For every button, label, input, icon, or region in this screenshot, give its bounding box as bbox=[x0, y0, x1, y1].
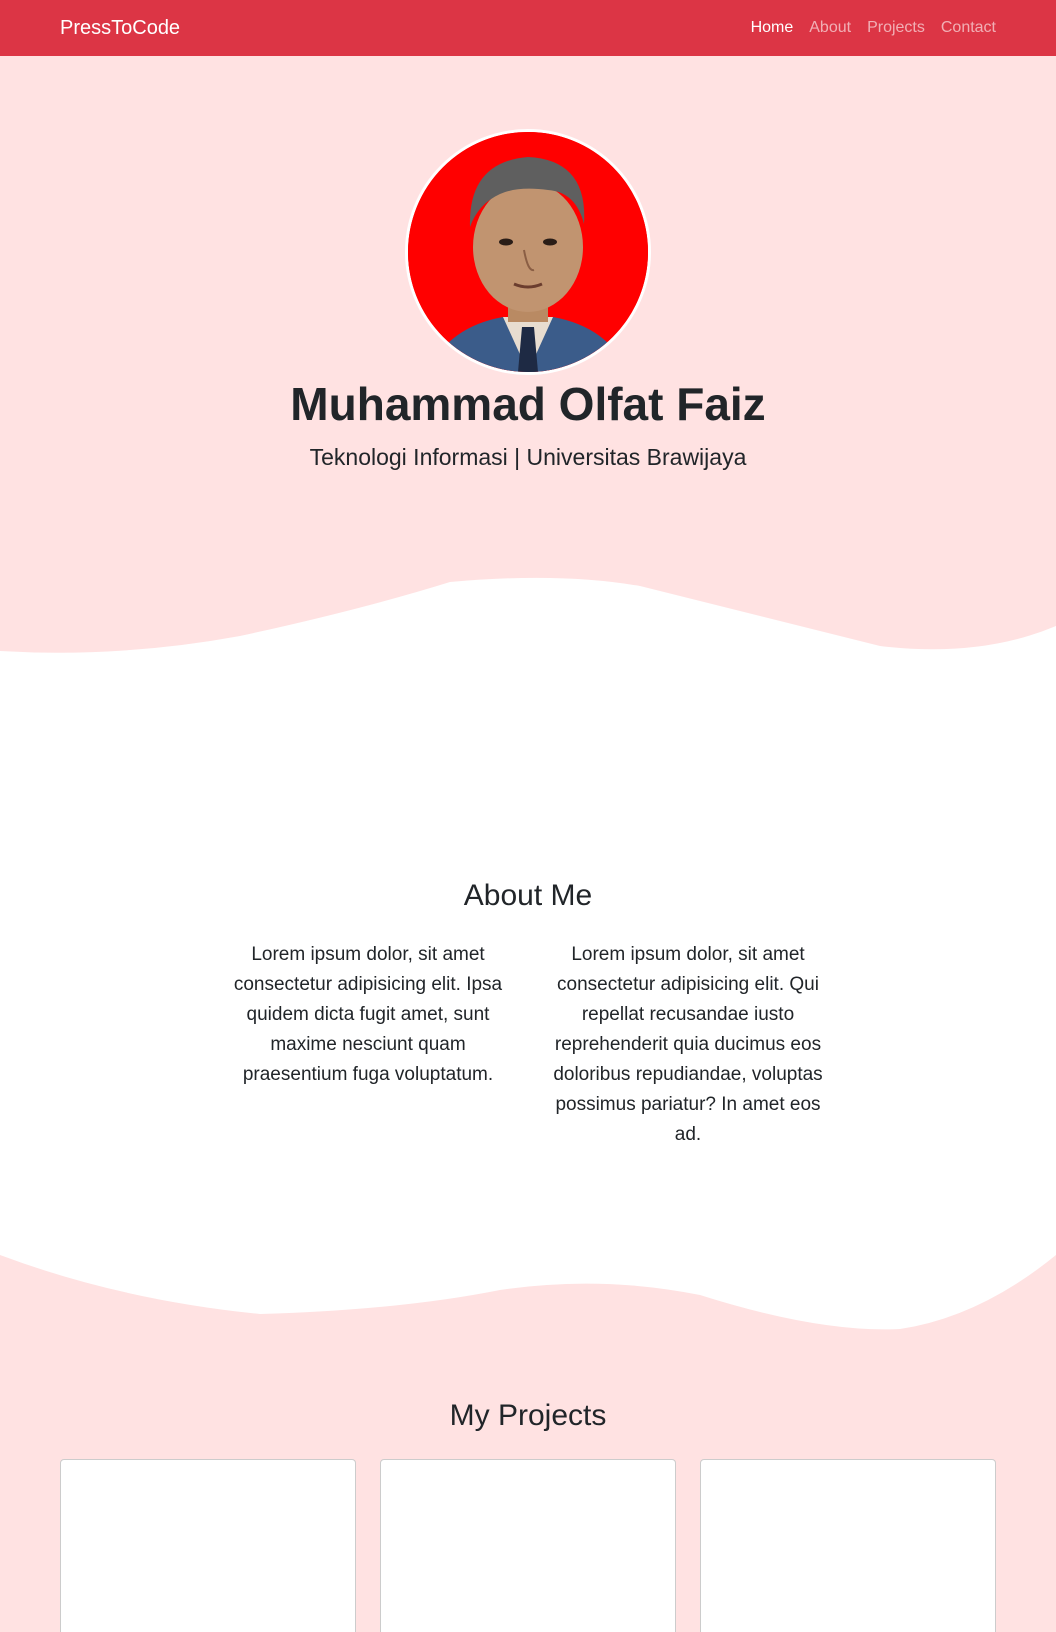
hero-subtitle: Teknologi Informasi | Universitas Brawij… bbox=[309, 444, 747, 470]
projects-section: My Projects bbox=[0, 1255, 1056, 1632]
brand-link[interactable]: PressToCode bbox=[60, 17, 180, 40]
nav-links: Home About Projects Contact bbox=[751, 19, 996, 37]
nav-link-about[interactable]: About bbox=[809, 19, 851, 36]
project-card[interactable] bbox=[380, 1459, 676, 1632]
hero-section: Muhammad Olfat Faiz Teknologi Informasi … bbox=[0, 56, 1056, 772]
profile-avatar bbox=[405, 129, 651, 375]
navbar: PressToCode Home About Projects Contact bbox=[0, 0, 1056, 56]
hero-bottom-wave bbox=[0, 577, 1056, 772]
nav-link-contact[interactable]: Contact bbox=[941, 19, 996, 36]
about-section: About Me Lorem ipsum dolor, sit amet con… bbox=[0, 772, 1056, 1272]
nav-link-home[interactable]: Home bbox=[751, 19, 794, 36]
profile-photo bbox=[408, 132, 648, 372]
projects-top-wave bbox=[0, 1255, 1056, 1330]
project-card[interactable] bbox=[60, 1459, 356, 1632]
about-title: About Me bbox=[463, 879, 593, 912]
hero-name: Muhammad Olfat Faiz bbox=[290, 378, 766, 430]
nav-link-projects[interactable]: Projects bbox=[867, 19, 925, 36]
projects-title: My Projects bbox=[449, 1399, 607, 1432]
project-card[interactable] bbox=[700, 1459, 996, 1632]
about-paragraph-right: Lorem ipsum dolor, sit amet consectetur … bbox=[553, 944, 823, 1145]
about-paragraph-left: Lorem ipsum dolor, sit amet consectetur … bbox=[233, 944, 503, 1085]
